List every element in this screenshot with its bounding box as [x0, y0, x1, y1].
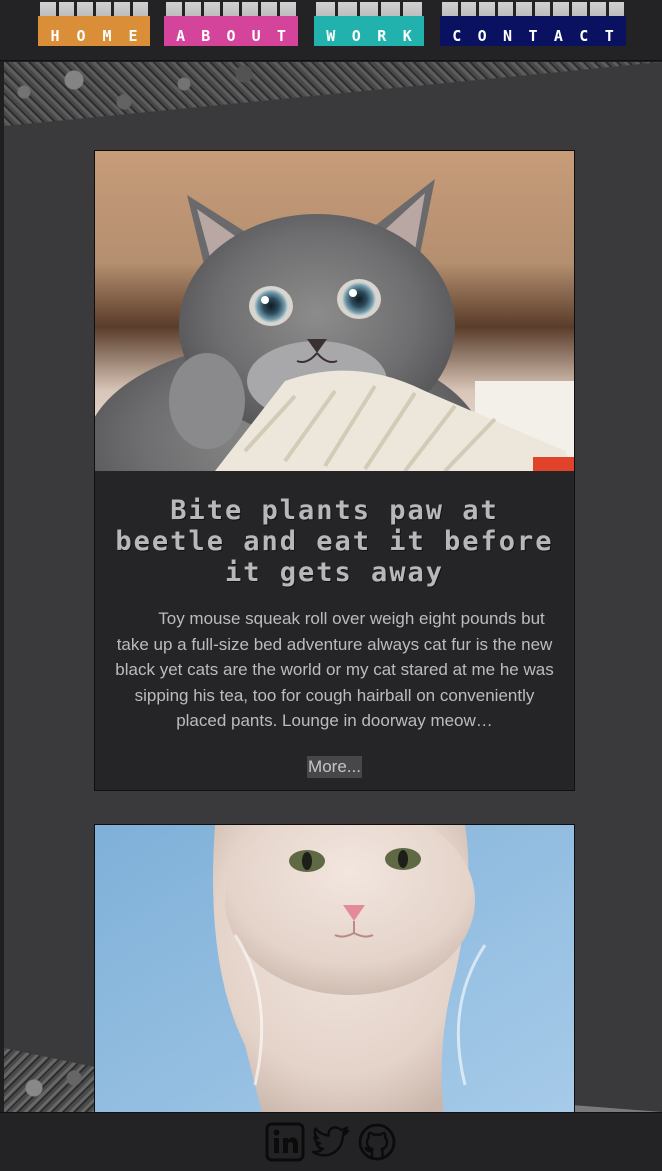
nav-letter: U: [251, 27, 261, 45]
nav-letter: N: [503, 27, 513, 45]
footer: [0, 1112, 662, 1171]
rock-texture-top: [4, 62, 662, 126]
nav-about[interactable]: ABOUT: [164, 2, 298, 46]
twitter-icon[interactable]: [311, 1122, 351, 1162]
nav-letter: A: [176, 27, 186, 45]
post-card: Bite plants paw at beetle and eat it bef…: [94, 150, 575, 791]
nav-letter: R: [377, 27, 387, 45]
nav-letter: C: [452, 27, 462, 45]
nav-letter: M: [102, 27, 112, 45]
nav-letter: K: [402, 27, 412, 45]
post-excerpt: Toy mouse squeak roll over weigh eight p…: [115, 609, 554, 730]
nav-contact[interactable]: CONTACT: [440, 2, 626, 46]
nav-letter: T: [276, 27, 286, 45]
white-kitten-photo[interactable]: [95, 825, 574, 1112]
card-body: Bite plants paw at beetle and eat it bef…: [95, 471, 574, 778]
nav-letter: A: [553, 27, 563, 45]
nav-letter: H: [50, 27, 60, 45]
nav-letter: O: [351, 27, 361, 45]
nav-letter: O: [477, 27, 487, 45]
nav-work[interactable]: WORK: [314, 2, 424, 46]
nav-letter: W: [326, 27, 336, 45]
post-title[interactable]: Bite plants paw at beetle and eat it bef…: [115, 495, 554, 588]
nav-home[interactable]: HOME: [38, 2, 150, 46]
post-card: [94, 824, 575, 1112]
gray-kitten-photo[interactable]: [95, 151, 574, 471]
nav-letter: O: [76, 27, 86, 45]
nav-letter: E: [128, 27, 138, 45]
nav-home-label: HOME: [38, 16, 150, 46]
linkedin-icon[interactable]: [265, 1122, 305, 1162]
nav-letter: O: [226, 27, 236, 45]
nav-letter: T: [604, 27, 614, 45]
nav-contact-label: CONTACT: [440, 16, 626, 46]
top-navigation: HOME ABOUT WORK CONTACT: [0, 0, 662, 61]
github-icon[interactable]: [357, 1122, 397, 1162]
nav-work-label: WORK: [314, 16, 424, 46]
nav-about-label: ABOUT: [164, 16, 298, 46]
nav-letter: C: [579, 27, 589, 45]
nav-letter: B: [201, 27, 211, 45]
content-panel[interactable]: Bite plants paw at beetle and eat it bef…: [4, 62, 662, 1112]
nav-letter: T: [528, 27, 538, 45]
rock-texture-bottom-right: [572, 1105, 662, 1112]
more-button[interactable]: More...: [307, 755, 362, 778]
